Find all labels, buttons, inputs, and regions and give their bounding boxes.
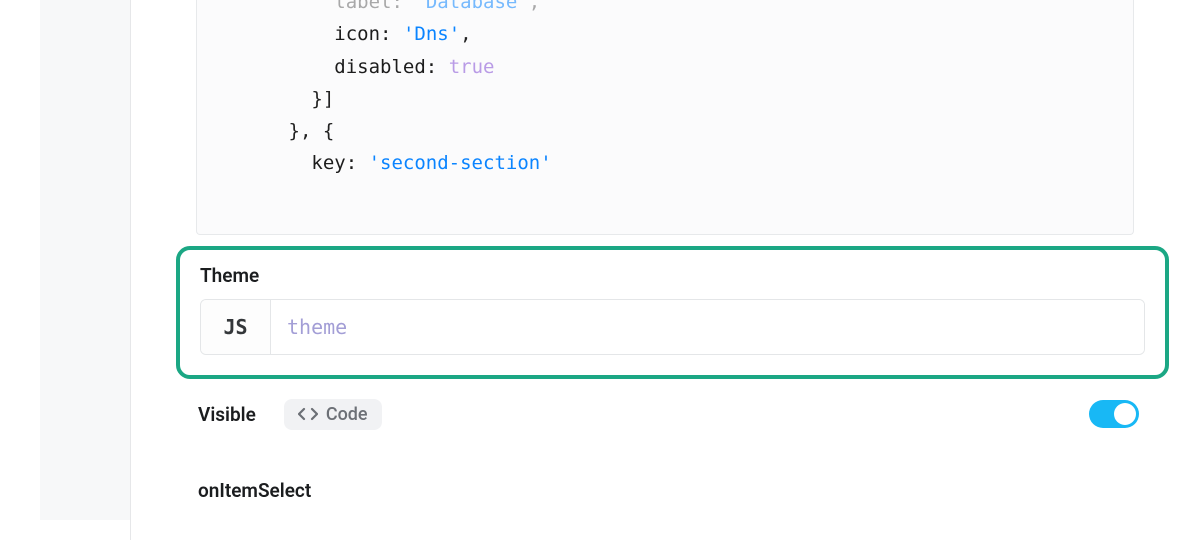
on-item-select-label: onItemSelect — [198, 479, 311, 502]
visible-row: Visible Code — [198, 394, 1139, 434]
code-icon — [298, 407, 318, 421]
code-pill-label: Code — [326, 404, 368, 425]
theme-input[interactable] — [271, 300, 1144, 354]
js-badge[interactable]: JS — [201, 300, 271, 354]
visible-toggle[interactable] — [1089, 400, 1139, 428]
sidebar-strip — [40, 0, 130, 520]
theme-label: Theme — [200, 264, 1145, 287]
theme-input-wrap: JS — [200, 299, 1145, 355]
visible-label: Visible — [198, 403, 256, 426]
code-text: label: 'Database', icon: 'Dns', disabled… — [197, 0, 1133, 180]
toggle-knob — [1114, 403, 1136, 425]
content-panel: label: 'Database', icon: 'Dns', disabled… — [131, 0, 1199, 560]
theme-section: Theme JS — [176, 246, 1169, 379]
code-toggle-button[interactable]: Code — [284, 399, 382, 430]
code-editor[interactable]: label: 'Database', icon: 'Dns', disabled… — [196, 0, 1134, 235]
